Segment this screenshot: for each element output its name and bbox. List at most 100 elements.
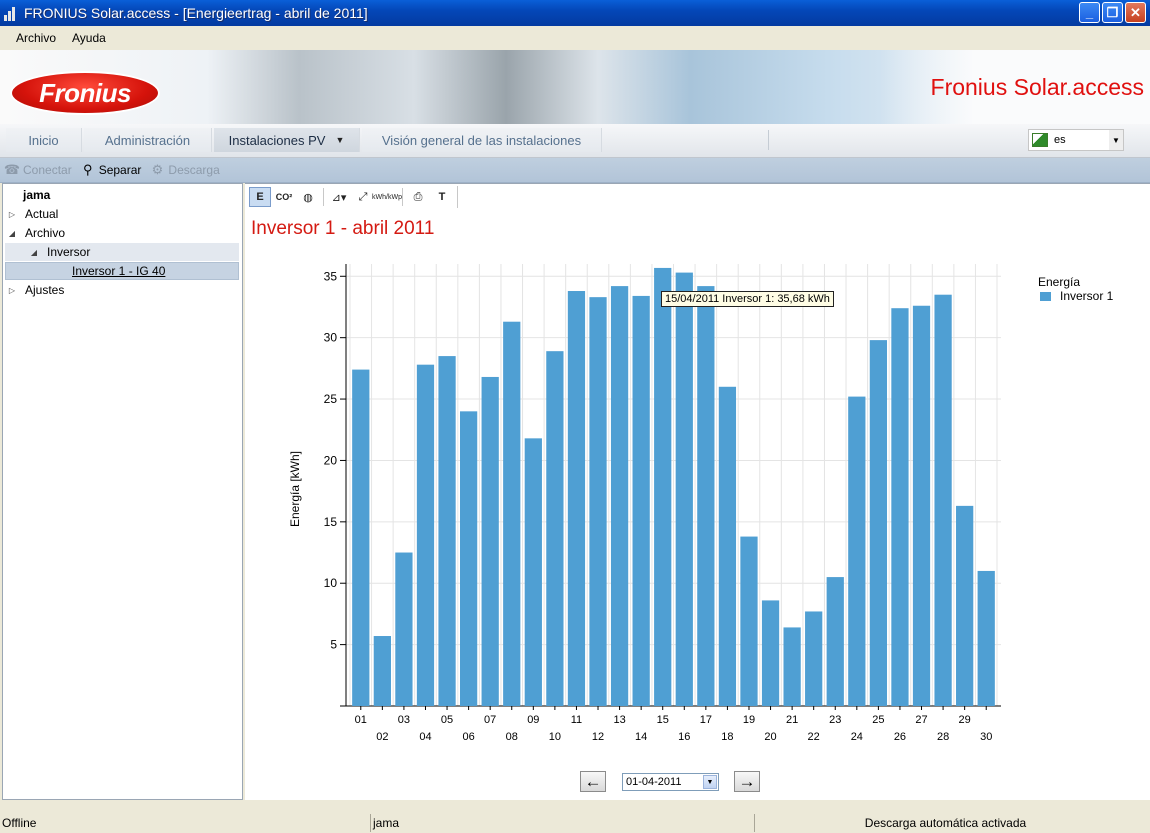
sidebar-tree: jama ▷ Actual ◢ Archivo ◢ Inversor Inversor… <box>2 183 243 800</box>
disconnect-button[interactable]: ⚲ Separar <box>80 162 141 177</box>
phone-icon: ☎ <box>3 162 21 177</box>
tab-administracion[interactable]: Administración <box>84 128 212 152</box>
bar-day-01 <box>352 369 370 706</box>
status-bar: Offline jama Descarga automática activad… <box>0 811 1150 833</box>
collapse-icon[interactable]: ◢ <box>29 248 39 257</box>
close-button[interactable]: ✕ <box>1125 2 1146 23</box>
energy-bar-chart: 5 10 15 20 25 30 35 01 02 03 04 05 06 07 08 09 10 11 12 13 1… <box>288 264 1001 743</box>
next-month-button[interactable]: → <box>734 771 760 792</box>
x-tick-label: 22 <box>808 731 820 743</box>
language-select[interactable]: es ▼ <box>1028 129 1124 151</box>
bar-day-12 <box>589 297 607 706</box>
chevron-down-icon[interactable]: ▼ <box>1109 130 1123 150</box>
bar-day-24 <box>848 396 866 706</box>
bar-day-17 <box>697 286 715 706</box>
x-tick-label: 08 <box>506 731 518 743</box>
bar-day-23 <box>826 577 844 706</box>
tree-item-inversor[interactable]: ◢ Inversor <box>5 243 239 261</box>
status-download: Descarga automática activada <box>754 814 1136 832</box>
prev-month-button[interactable]: ← <box>580 771 606 792</box>
chevron-down-icon[interactable]: ▼ <box>335 135 344 145</box>
tab-inicio[interactable]: Inicio <box>6 128 82 152</box>
arrow-right-icon: → <box>738 771 756 791</box>
restore-button[interactable]: ❐ <box>1102 2 1123 23</box>
legend-item: Inversor 1 <box>1040 289 1113 303</box>
fronius-logo: Fronius <box>12 73 158 113</box>
app-icon <box>4 5 20 21</box>
legend-title: Energía <box>1038 275 1081 289</box>
bar-day-09 <box>524 438 542 706</box>
x-tick-label: 27 <box>915 714 927 726</box>
x-tick-label: 05 <box>441 714 453 726</box>
bar-day-27 <box>912 305 931 706</box>
legend-label: Inversor 1 <box>1060 289 1114 303</box>
bar-day-13 <box>610 286 629 706</box>
x-tick-label: 01 <box>355 714 367 726</box>
x-tick-label: 11 <box>571 714 582 726</box>
x-tick-label: 04 <box>419 731 431 743</box>
disconnect-icon: ⚲ <box>82 162 93 177</box>
x-tick-label: 26 <box>894 731 906 743</box>
tree-item-actual[interactable]: ▷ Actual <box>7 205 58 223</box>
date-pager: ← 01-04-2011 ▼ → <box>245 771 1150 793</box>
header-banner: Fronius Fronius Solar.access <box>0 50 1150 124</box>
y-tick-label: 20 <box>324 453 338 467</box>
minimize-button[interactable]: _ <box>1079 2 1100 23</box>
language-value: es <box>1054 134 1066 146</box>
bar-day-28 <box>934 294 952 706</box>
x-tick-label: 29 <box>959 714 971 726</box>
bar-day-08 <box>503 321 521 706</box>
expand-icon[interactable]: ▷ <box>7 286 17 295</box>
tree-item-archivo[interactable]: ◢ Archivo <box>7 224 65 242</box>
date-select[interactable]: 01-04-2011 ▼ <box>622 773 719 791</box>
x-tick-label: 20 <box>764 731 776 743</box>
window-title: FRONIUS Solar.access - [Energieertrag - … <box>24 5 368 21</box>
x-tick-label: 24 <box>851 731 863 743</box>
x-tick-label: 18 <box>721 731 733 743</box>
x-tick-label: 06 <box>462 731 474 743</box>
bar-day-22 <box>805 611 823 706</box>
x-tick-label: 17 <box>700 714 712 726</box>
expand-icon[interactable]: ▷ <box>7 210 17 219</box>
bar-day-10 <box>546 351 564 706</box>
x-tick-label: 19 <box>743 714 755 726</box>
y-axis-label: Energía [kWh] <box>288 451 302 527</box>
x-tick-label: 10 <box>549 731 561 743</box>
x-tick-label: 02 <box>376 731 388 743</box>
x-tick-label: 25 <box>872 714 884 726</box>
bar-day-19 <box>740 536 758 706</box>
bar-day-30 <box>977 570 995 706</box>
tree-item-inversor-device[interactable]: Inversor 1 - IG 40 <box>5 262 239 280</box>
bar-day-02 <box>373 636 391 706</box>
bar-day-29 <box>956 505 974 706</box>
tree-item-ajustes[interactable]: ▷ Ajustes <box>7 281 64 299</box>
menu-archivo[interactable]: Archivo <box>8 31 64 45</box>
bar-day-05 <box>438 356 456 706</box>
bar-day-18 <box>718 386 737 706</box>
tab-instalaciones-pv[interactable]: Instalaciones PV ▼ <box>214 128 360 152</box>
x-tick-label: 15 <box>657 714 669 726</box>
bar-tooltip: 15/04/2011 Inversor 1: 35,68 kWh <box>661 291 834 307</box>
y-tick-label: 25 <box>324 392 338 406</box>
bar-day-26 <box>891 308 909 706</box>
x-tick-label: 13 <box>613 714 625 726</box>
y-tick-label: 15 <box>324 515 338 529</box>
connect-button[interactable]: ☎ Conectar <box>3 162 72 177</box>
bar-day-03 <box>395 552 413 706</box>
tab-vision-general[interactable]: Visión general de las instalaciones <box>362 128 602 152</box>
collapse-icon[interactable]: ◢ <box>7 229 17 238</box>
toolbar: ☎ Conectar ⚲ Separar ⚙ Descarga <box>0 158 1150 183</box>
menu-ayuda[interactable]: Ayuda <box>64 31 114 45</box>
x-tick-label: 07 <box>484 714 496 726</box>
tree-item-jama[interactable]: jama <box>23 186 50 204</box>
status-connection: Offline <box>2 816 37 830</box>
download-button[interactable]: ⚙ Descarga <box>149 162 220 177</box>
y-tick-label: 10 <box>324 576 338 590</box>
y-tick-label: 5 <box>330 638 337 652</box>
chevron-down-icon[interactable]: ▼ <box>703 775 717 789</box>
x-tick-label: 23 <box>829 714 841 726</box>
x-tick-label: 09 <box>527 714 539 726</box>
x-tick-label: 21 <box>786 714 798 726</box>
bar-day-16 <box>675 272 693 706</box>
x-tick-label: 03 <box>398 714 410 726</box>
